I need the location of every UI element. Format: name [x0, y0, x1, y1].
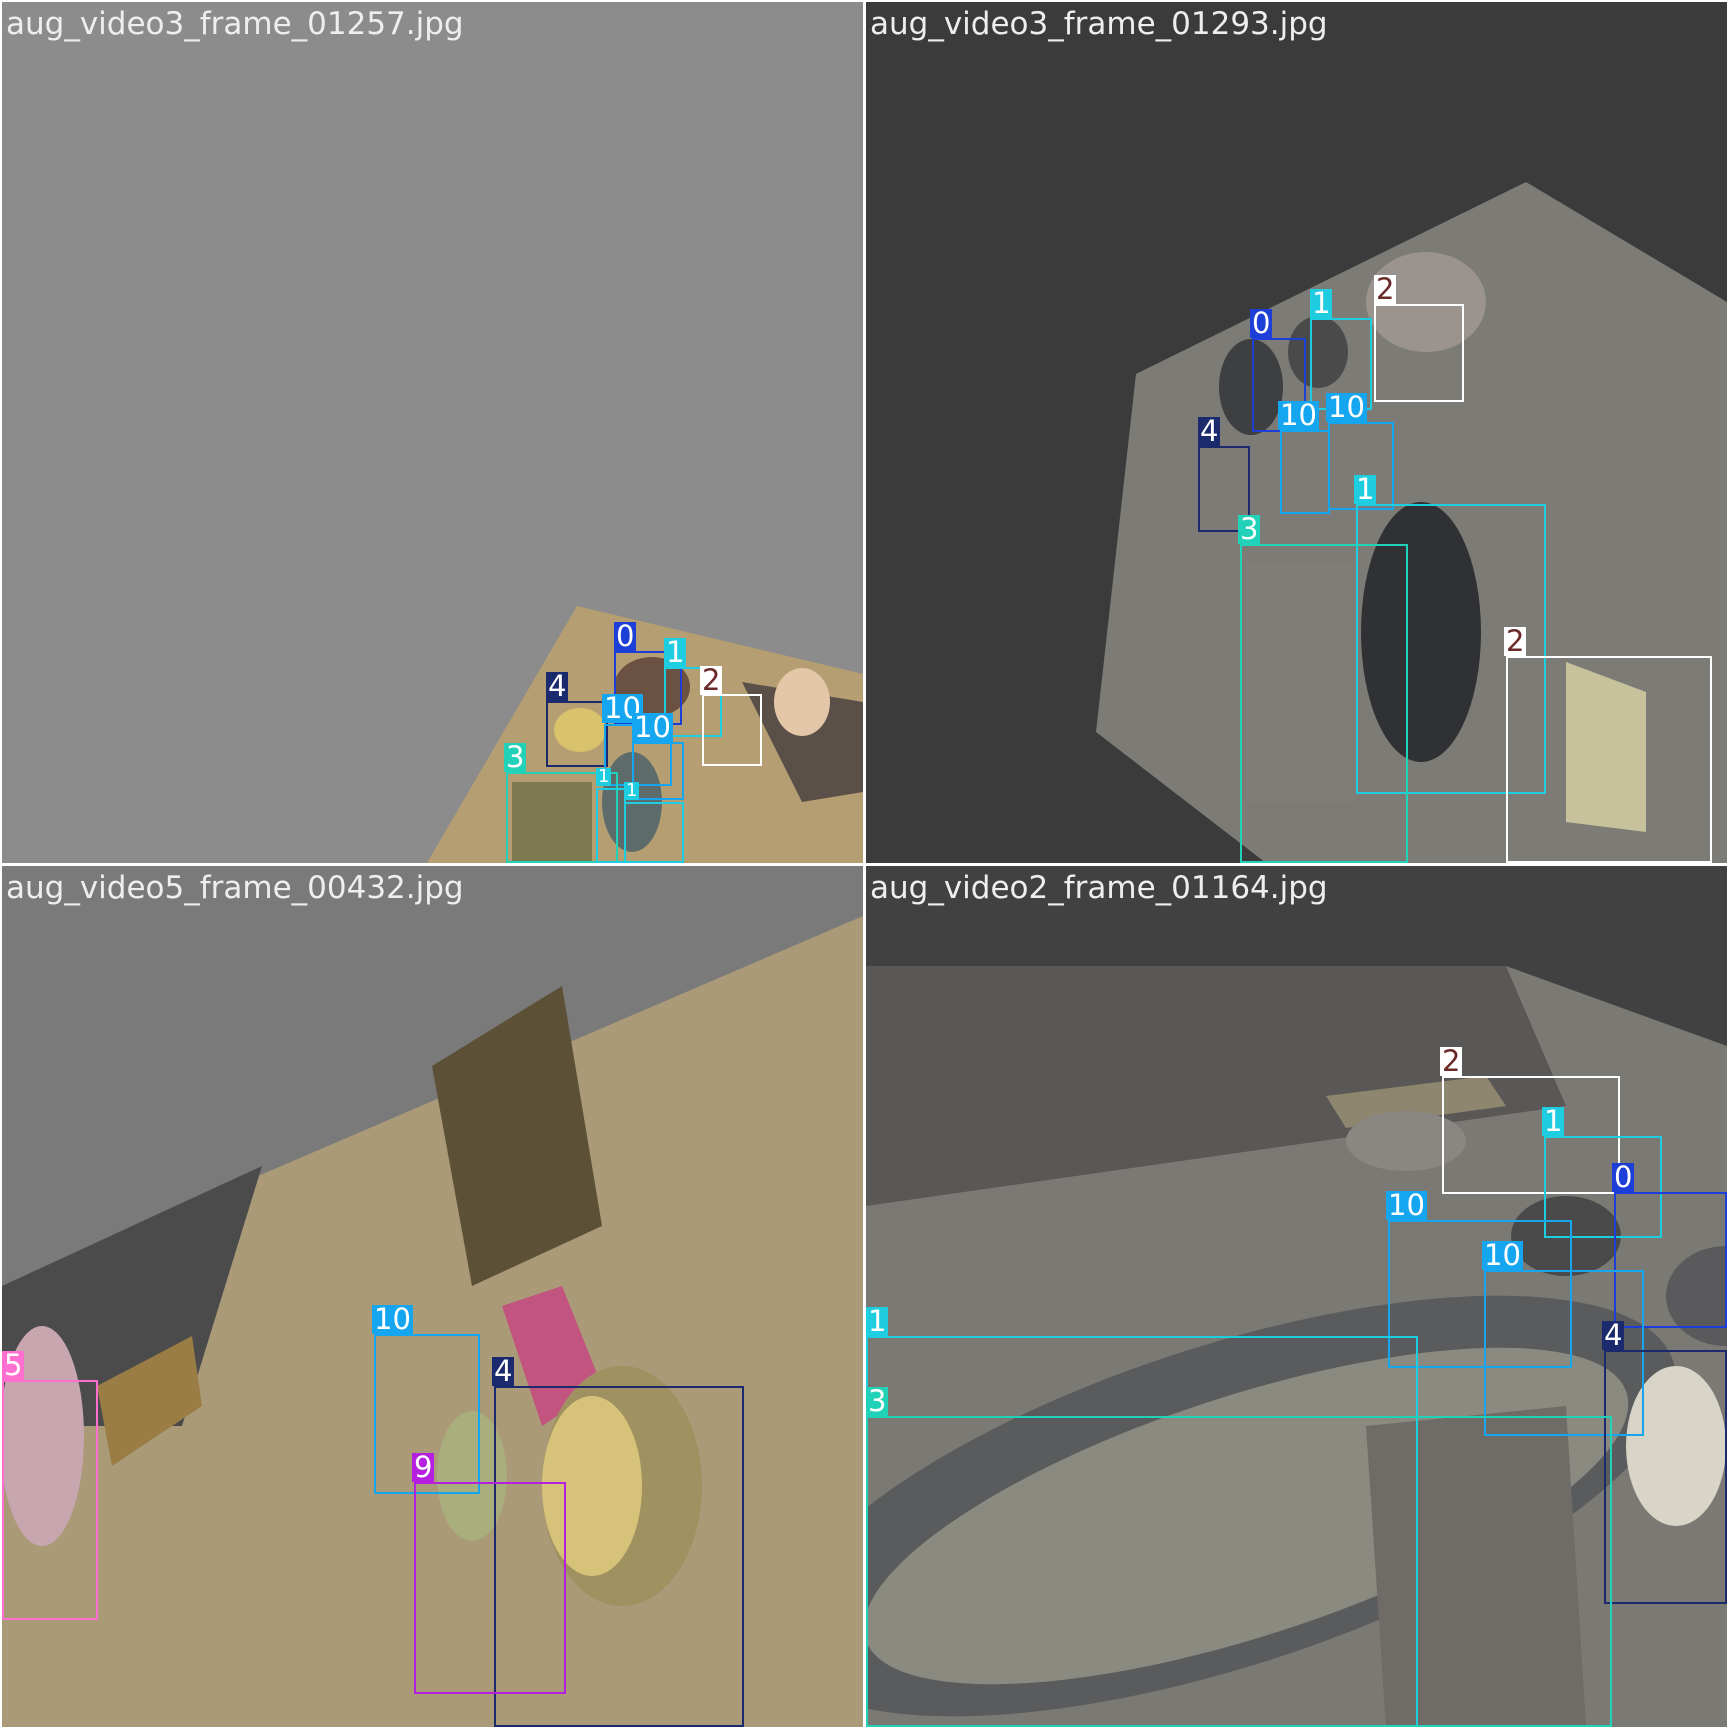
detection-label: 2 [1374, 272, 1397, 306]
detection-label: 4 [1602, 1318, 1625, 1352]
detection-label: 10 [632, 710, 673, 744]
detection-label: 4 [546, 669, 569, 703]
detection-label: 10 [372, 1302, 413, 1336]
detection-label: 0 [614, 619, 637, 653]
detection-box [414, 1482, 566, 1694]
detection-label: 1 [866, 1304, 889, 1338]
detection-label: 3 [866, 1384, 889, 1418]
detection-box [1506, 656, 1712, 863]
detection-box [1374, 304, 1464, 402]
detection-box [546, 701, 608, 767]
detection-label: 9 [412, 1450, 435, 1484]
detection-box [1604, 1350, 1727, 1604]
detection-box [624, 802, 684, 863]
tile-4-filename: aug_video2_frame_01164.jpg [870, 870, 1328, 906]
detection-box [702, 694, 762, 766]
mosaic-tile-4: aug_video2_frame_01164.jpg 2 1 0 10 10 4… [866, 866, 1727, 1727]
detection-label: 1 [1354, 472, 1377, 506]
detection-box [1240, 544, 1408, 863]
mosaic-tile-3: aug_video5_frame_00432.jpg 5 10 4 9 [2, 866, 863, 1727]
detection-box [866, 1416, 1612, 1727]
detection-label: 1 [596, 766, 612, 787]
mosaic-tile-1: aug_video3_frame_01257.jpg 0 1 4 2 10 10… [2, 2, 863, 863]
detection-label: 4 [492, 1354, 515, 1388]
detection-label: 1 [1310, 286, 1333, 320]
detection-label: 3 [504, 740, 527, 774]
detection-label: 0 [1612, 1160, 1635, 1194]
detection-label: 5 [2, 1348, 25, 1382]
detection-label: 1 [1542, 1104, 1565, 1138]
detection-label: 2 [1504, 624, 1527, 658]
detection-label: 10 [1326, 390, 1367, 424]
detection-box [596, 788, 626, 863]
detection-label: 0 [1250, 306, 1273, 340]
detection-box [2, 1380, 98, 1620]
detection-label: 4 [1198, 414, 1221, 448]
detection-label: 2 [1440, 1044, 1463, 1078]
detection-label: 10 [1482, 1238, 1523, 1272]
tile-1-filename: aug_video3_frame_01257.jpg [6, 6, 464, 42]
detection-label: 1 [664, 635, 687, 669]
detection-label: 10 [1278, 398, 1319, 432]
detection-label: 10 [1386, 1188, 1427, 1222]
detection-label: 3 [1238, 512, 1261, 546]
tile-2-filename: aug_video3_frame_01293.jpg [870, 6, 1328, 42]
mosaic-tile-2: aug_video3_frame_01293.jpg 0 1 2 10 10 4… [866, 2, 1727, 863]
detection-label: 2 [700, 663, 723, 697]
detection-box [632, 742, 684, 800]
detection-box [1280, 430, 1330, 514]
tile-3-filename: aug_video5_frame_00432.jpg [6, 870, 464, 906]
detection-label: 1 [624, 780, 640, 801]
